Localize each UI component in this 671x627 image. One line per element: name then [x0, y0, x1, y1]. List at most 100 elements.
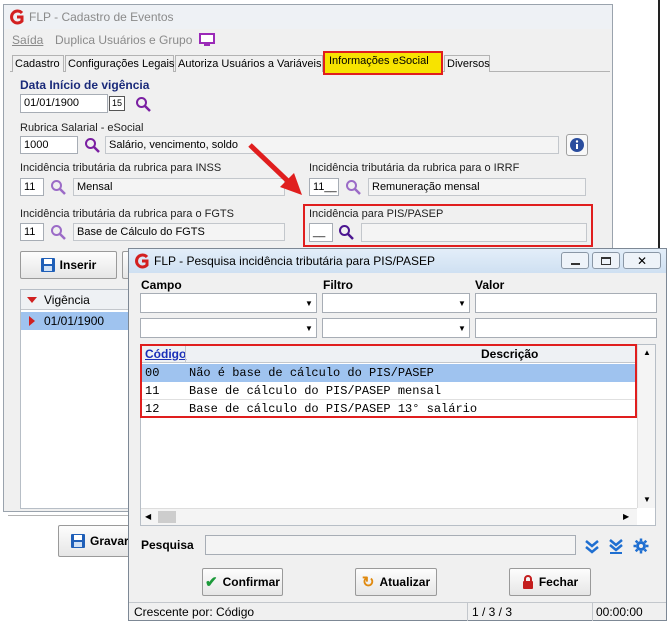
- scroll-right-icon[interactable]: ▶: [623, 512, 629, 521]
- search-icon[interactable]: [50, 224, 66, 240]
- campo-select-2[interactable]: ▼: [140, 318, 317, 338]
- vigencia-row-value: 01/01/1900: [44, 314, 105, 328]
- maximize-button[interactable]: [592, 252, 620, 269]
- status-divider: [467, 603, 468, 621]
- vigencia-label: Data Início de vigência: [20, 78, 150, 92]
- fechar-label: Fechar: [538, 575, 579, 589]
- horizontal-scrollbar[interactable]: ◀ ▶: [141, 508, 637, 525]
- chevron-down-icon: ▼: [458, 298, 466, 308]
- scroll-down-icon[interactable]: ▼: [643, 495, 651, 504]
- campo-select-1[interactable]: ▼: [140, 293, 317, 313]
- vigencia-grid: Vigência 01/01/1900: [20, 289, 132, 509]
- gear-icon[interactable]: [633, 538, 649, 554]
- scroll-up-icon[interactable]: ▲: [643, 348, 651, 357]
- go-to-last-icon[interactable]: [608, 538, 624, 554]
- app-logo-icon: [134, 253, 150, 269]
- irrf-label: Incidência tributária da rubrica para o …: [309, 162, 520, 174]
- dialog-statusbar: Crescente por: Código 1 / 3 / 3 00:00:00: [129, 602, 666, 621]
- close-button[interactable]: ✕: [623, 252, 661, 269]
- inserir-label: Inserir: [59, 258, 97, 272]
- scroll-thumb[interactable]: [158, 511, 176, 523]
- calendar-button[interactable]: 15: [109, 96, 125, 111]
- filtro-select-2[interactable]: ▼: [322, 318, 470, 338]
- pesquisa-label: Pesquisa: [141, 538, 194, 552]
- save-disk-icon: [40, 258, 55, 272]
- arrow-annotation-icon: [248, 143, 302, 195]
- tab-configuracoes-legais[interactable]: Configurações Legais: [65, 55, 174, 72]
- minimize-button[interactable]: [561, 252, 589, 269]
- app-logo-icon: [9, 9, 25, 25]
- fechar-button[interactable]: Fechar: [509, 568, 591, 596]
- monitor-icon[interactable]: [199, 33, 215, 47]
- lock-icon: [522, 575, 534, 589]
- rubrica-code-input[interactable]: 1000: [20, 136, 78, 154]
- filtro-select-1[interactable]: ▼: [322, 293, 470, 313]
- checkmark-icon: ✔: [205, 574, 218, 591]
- main-window-title: FLP - Cadastro de Eventos: [29, 10, 174, 24]
- fgts-code-input[interactable]: 11: [20, 223, 44, 241]
- dialog-title: FLP - Pesquisa incidência tributária par…: [154, 254, 436, 268]
- refresh-icon: ↻: [361, 574, 375, 591]
- tabbar: Cadastro Configurações Legais Autoriza U…: [10, 51, 610, 75]
- results-highlight: [140, 344, 637, 418]
- vertical-scrollbar[interactable]: ▲ ▼: [637, 345, 655, 508]
- search-icon[interactable]: [135, 96, 151, 112]
- tab-autoriza-usuarios[interactable]: Autoriza Usuários a Variáveis: [175, 55, 323, 72]
- rubrica-label: Rubrica Salarial - eSocial: [20, 122, 144, 134]
- menu-saida[interactable]: Saída: [12, 33, 43, 47]
- menu-duplica-usuarios[interactable]: Duplica Usuários e Grupo: [55, 33, 192, 47]
- vigencia-col-header[interactable]: Vigência: [44, 293, 90, 307]
- status-sort: Crescente por: Código: [134, 605, 255, 619]
- search-icon[interactable]: [345, 179, 361, 195]
- chevron-down-icon: ▼: [458, 323, 466, 333]
- main-titlebar: FLP - Cadastro de Eventos: [4, 5, 612, 29]
- pis-description: [361, 223, 587, 242]
- vigencia-date-input[interactable]: 01/01/1900: [20, 94, 108, 113]
- info-icon[interactable]: [566, 134, 588, 156]
- status-record-count: 1 / 3 / 3: [472, 605, 513, 619]
- row-pointer-icon: [29, 316, 35, 326]
- scroll-left-icon[interactable]: ◀: [145, 512, 151, 521]
- chevron-down-icon: ▼: [305, 323, 313, 333]
- inss-code-input[interactable]: 11: [20, 178, 44, 196]
- results-grid: Código Descrição 00 Não é base de cálcul…: [140, 344, 656, 526]
- maximize-icon: [601, 257, 611, 265]
- dialog-titlebar: FLP - Pesquisa incidência tributária par…: [129, 249, 666, 273]
- pis-label: Incidência para PIS/PASEP: [309, 208, 444, 220]
- search-icon[interactable]: [84, 137, 100, 153]
- sort-down-icon: [27, 297, 37, 303]
- vigencia-grid-header: Vigência: [21, 290, 131, 310]
- search-dialog: FLP - Pesquisa incidência tributária par…: [128, 248, 667, 621]
- confirmar-label: Confirmar: [222, 575, 280, 589]
- atualizar-button[interactable]: ↻ Atualizar: [355, 568, 437, 596]
- table-row[interactable]: 01/01/1900: [21, 312, 131, 330]
- pis-code-input[interactable]: __: [309, 223, 333, 242]
- fgts-description: Base de Cálculo do FGTS: [73, 223, 285, 241]
- filtro-label: Filtro: [323, 278, 353, 292]
- gravar-label: Gravar: [90, 534, 129, 548]
- close-icon: ✕: [636, 254, 648, 268]
- pesquisa-input[interactable]: [205, 535, 576, 555]
- inserir-button[interactable]: Inserir: [20, 251, 117, 279]
- confirmar-button[interactable]: ✔ Confirmar: [202, 568, 283, 596]
- tab-diversos[interactable]: Diversos: [444, 55, 490, 72]
- chevron-down-icon: ▼: [305, 298, 313, 308]
- search-icon[interactable]: [50, 179, 66, 195]
- irrf-code-input[interactable]: 11__: [309, 178, 339, 196]
- status-time: 00:00:00: [596, 605, 643, 619]
- valor-input-2[interactable]: [475, 318, 657, 338]
- valor-label: Valor: [475, 278, 505, 292]
- atualizar-label: Atualizar: [379, 575, 431, 589]
- save-disk-icon: [71, 534, 85, 548]
- rubrica-description: Salário, vencimento, soldo: [105, 136, 559, 154]
- double-chevron-down-icon[interactable]: [584, 538, 600, 554]
- campo-label: Campo: [141, 278, 182, 292]
- search-icon[interactable]: [338, 224, 354, 240]
- tab-informacoes-esocial[interactable]: Informações eSocial: [329, 55, 429, 67]
- main-menubar: Saída Duplica Usuários e Grupo: [4, 31, 612, 49]
- valor-input-1[interactable]: [475, 293, 657, 313]
- tab-cadastro[interactable]: Cadastro: [12, 55, 64, 72]
- status-divider: [592, 603, 593, 621]
- minimize-icon: [571, 263, 580, 265]
- background-window-edge: [658, 0, 671, 250]
